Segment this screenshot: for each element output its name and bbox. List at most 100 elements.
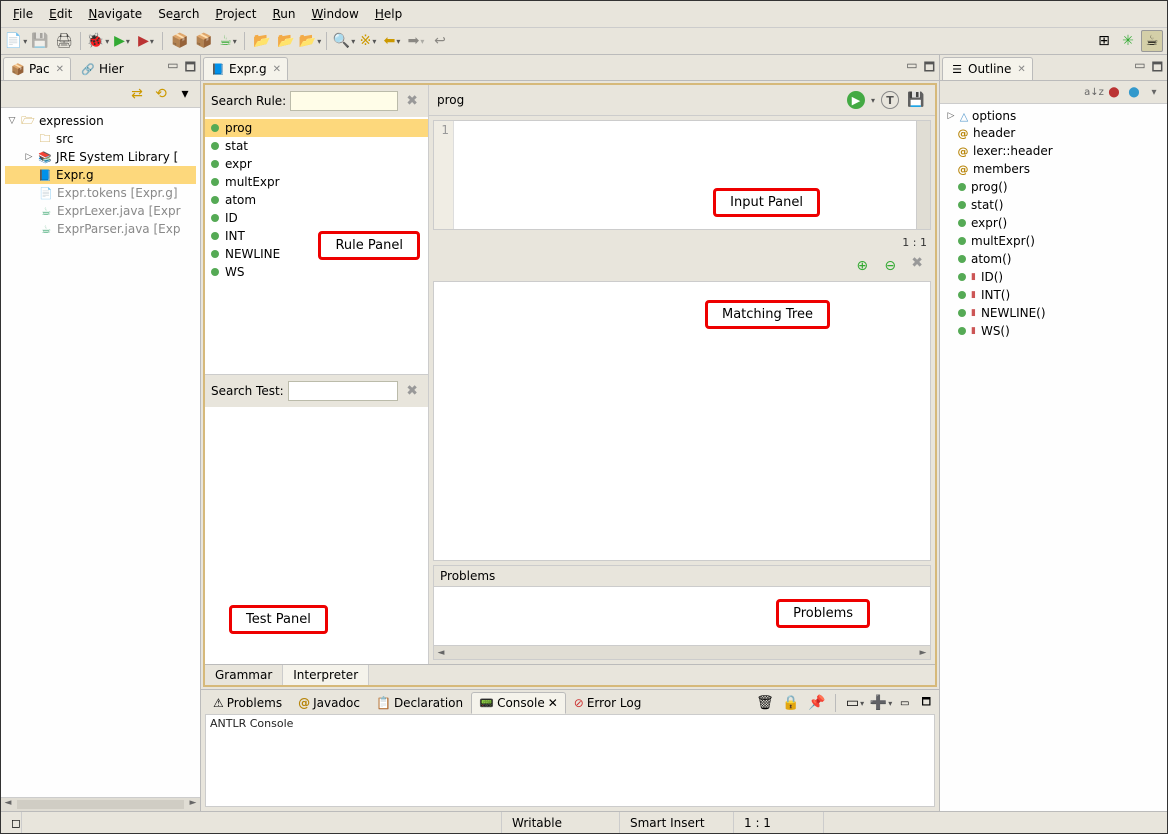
problems-body[interactable]: Problems xyxy=(434,587,930,645)
tab-grammar[interactable]: Grammar xyxy=(205,665,283,685)
expand-button[interactable]: ⊕ xyxy=(851,255,873,277)
menu-run[interactable]: Run xyxy=(264,3,303,25)
tab-error-log[interactable]: ⊘Error Log xyxy=(566,692,650,714)
new-package-button[interactable]: 📦 xyxy=(169,30,191,52)
console-pin-button[interactable]: 📌 xyxy=(806,692,828,714)
rule-item[interactable]: WS xyxy=(205,263,428,281)
v-scrollbar[interactable] xyxy=(916,121,930,229)
minimize-icon[interactable]: ▭ xyxy=(165,58,180,79)
input-panel[interactable]: 1 Input Panel xyxy=(433,120,931,230)
rule-item[interactable]: expr xyxy=(205,155,428,173)
save-button[interactable]: 💾 xyxy=(29,30,51,52)
outline-item[interactable]: expr() xyxy=(944,214,1163,232)
outline-item[interactable]: ▮ID() xyxy=(944,268,1163,286)
h-scrollbar[interactable]: ◄► xyxy=(434,645,930,659)
rule-item[interactable]: atom xyxy=(205,191,428,209)
menu-edit[interactable]: Edit xyxy=(41,3,80,25)
minimize-icon[interactable]: ▭ xyxy=(896,698,913,709)
console-clear-button[interactable]: 🗑 xyxy=(754,692,776,714)
generate-button[interactable]: T xyxy=(881,91,899,109)
outline-item[interactable]: @lexer::header xyxy=(944,142,1163,160)
tab-outline[interactable]: ☰ Outline ✕ xyxy=(942,57,1033,80)
close-icon[interactable]: ✕ xyxy=(56,64,64,75)
rule-item[interactable]: multExpr xyxy=(205,173,428,191)
package-tree[interactable]: ▽ 🗁 expression 🗀 src ▷ 📚 JRE System Libr… xyxy=(1,108,200,797)
nav-fwd-button[interactable]: ➡ xyxy=(405,30,427,52)
filter-button-2[interactable]: ⬤ xyxy=(1125,83,1143,101)
maximize-icon[interactable]: 🗖 xyxy=(922,58,937,79)
expander-icon[interactable]: ▷ xyxy=(946,111,956,121)
search-button[interactable]: 🔍 xyxy=(333,30,355,52)
clear-tree-button[interactable]: ✖ xyxy=(907,255,927,277)
tab-declaration[interactable]: 📋Declaration xyxy=(368,692,471,714)
console-new-button[interactable]: ➕ xyxy=(870,692,892,714)
test-list[interactable]: Test Panel xyxy=(205,407,428,664)
view-menu-button[interactable]: ▾ xyxy=(174,83,196,105)
run-ext-button[interactable]: ▶ xyxy=(135,30,157,52)
menu-file[interactable]: File xyxy=(5,3,41,25)
close-icon[interactable]: ✕ xyxy=(548,696,558,710)
outline-item[interactable]: @header xyxy=(944,124,1163,142)
tab-package-explorer[interactable]: 📦 Pac ✕ xyxy=(3,57,71,80)
outline-item[interactable]: ▮WS() xyxy=(944,322,1163,340)
console-lock-button[interactable]: 🔒 xyxy=(780,692,802,714)
print-button[interactable]: 🖨 xyxy=(53,30,75,52)
minimize-icon[interactable]: ▭ xyxy=(1132,58,1147,79)
annotation-button[interactable]: ※ xyxy=(357,30,379,52)
clear-test-button[interactable]: ✖ xyxy=(402,383,422,399)
collapse-all-button[interactable]: ⇄ xyxy=(126,83,148,105)
debug-button[interactable]: 🐞 xyxy=(87,30,109,52)
h-scrollbar[interactable]: ◄► xyxy=(1,797,200,811)
outline-item[interactable]: prog() xyxy=(944,178,1163,196)
tab-problems[interactable]: ⚠Problems xyxy=(205,692,290,714)
maximize-icon[interactable]: 🗖 xyxy=(1150,58,1165,79)
console-display-button[interactable]: ▭ xyxy=(844,692,866,714)
expander-icon[interactable]: ▽ xyxy=(7,116,17,126)
open-task-button[interactable]: 📂 xyxy=(299,30,321,52)
tab-hierarchy[interactable]: 🔗 Hier xyxy=(73,57,131,80)
perspective-java[interactable]: ☕ xyxy=(1141,30,1163,52)
new-button[interactable]: 📄 xyxy=(5,30,27,52)
menu-help[interactable]: Help xyxy=(367,3,410,25)
open-type-button[interactable]: 📂 xyxy=(275,30,297,52)
tab-interpreter[interactable]: Interpreter xyxy=(283,665,369,685)
menu-project[interactable]: Project xyxy=(207,3,264,25)
nav-back-button[interactable]: ⬅ xyxy=(381,30,403,52)
menu-search[interactable]: Search xyxy=(150,3,207,25)
clear-search-button[interactable]: ✖ xyxy=(402,93,422,109)
rule-item[interactable]: stat xyxy=(205,137,428,155)
expander-icon[interactable]: ▷ xyxy=(24,152,34,162)
close-icon[interactable]: ✕ xyxy=(1017,64,1025,75)
new-class-button[interactable]: 📦 xyxy=(193,30,215,52)
new-type-button[interactable]: ☕ xyxy=(217,30,239,52)
run-button[interactable]: ▶ xyxy=(111,30,133,52)
tab-javadoc[interactable]: @Javadoc xyxy=(290,692,368,714)
rule-item[interactable]: prog xyxy=(205,119,428,137)
outline-item[interactable]: ▮INT() xyxy=(944,286,1163,304)
tab-console[interactable]: 📟Console✕ xyxy=(471,692,566,714)
matching-tree-panel[interactable]: Matching Tree xyxy=(433,281,931,561)
rule-list[interactable]: prog stat expr multExpr atom ID INT NEWL… xyxy=(205,117,428,374)
rule-item[interactable]: ID xyxy=(205,209,428,227)
maximize-icon[interactable]: 🗖 xyxy=(183,58,198,79)
sort-button[interactable]: a↓z xyxy=(1085,83,1103,101)
menu-navigate[interactable]: Navigate xyxy=(80,3,150,25)
menu-window[interactable]: Window xyxy=(304,3,367,25)
outline-item[interactable]: ▮NEWLINE() xyxy=(944,304,1163,322)
filter-button-1[interactable]: ⬤ xyxy=(1105,83,1123,101)
link-editor-button[interactable]: ⟲ xyxy=(150,83,172,105)
run-interpreter-button[interactable]: ▶ xyxy=(847,91,865,109)
perspective-button-2[interactable]: ✳ xyxy=(1117,30,1139,52)
collapse-button[interactable]: ⊖ xyxy=(879,255,901,277)
search-rule-input[interactable] xyxy=(290,91,398,111)
outline-item[interactable]: multExpr() xyxy=(944,232,1163,250)
outline-item[interactable]: stat() xyxy=(944,196,1163,214)
outline-item[interactable]: atom() xyxy=(944,250,1163,268)
view-menu-button[interactable]: ▾ xyxy=(1145,83,1163,101)
console-body[interactable]: ANTLR Console xyxy=(205,714,935,807)
save-input-button[interactable]: 💾 xyxy=(905,89,927,111)
perspective-button-1[interactable]: ⊞ xyxy=(1093,30,1115,52)
open-folder-button[interactable]: 📂 xyxy=(251,30,273,52)
minimize-icon[interactable]: ▭ xyxy=(904,58,919,79)
close-icon[interactable]: ✕ xyxy=(273,64,281,75)
